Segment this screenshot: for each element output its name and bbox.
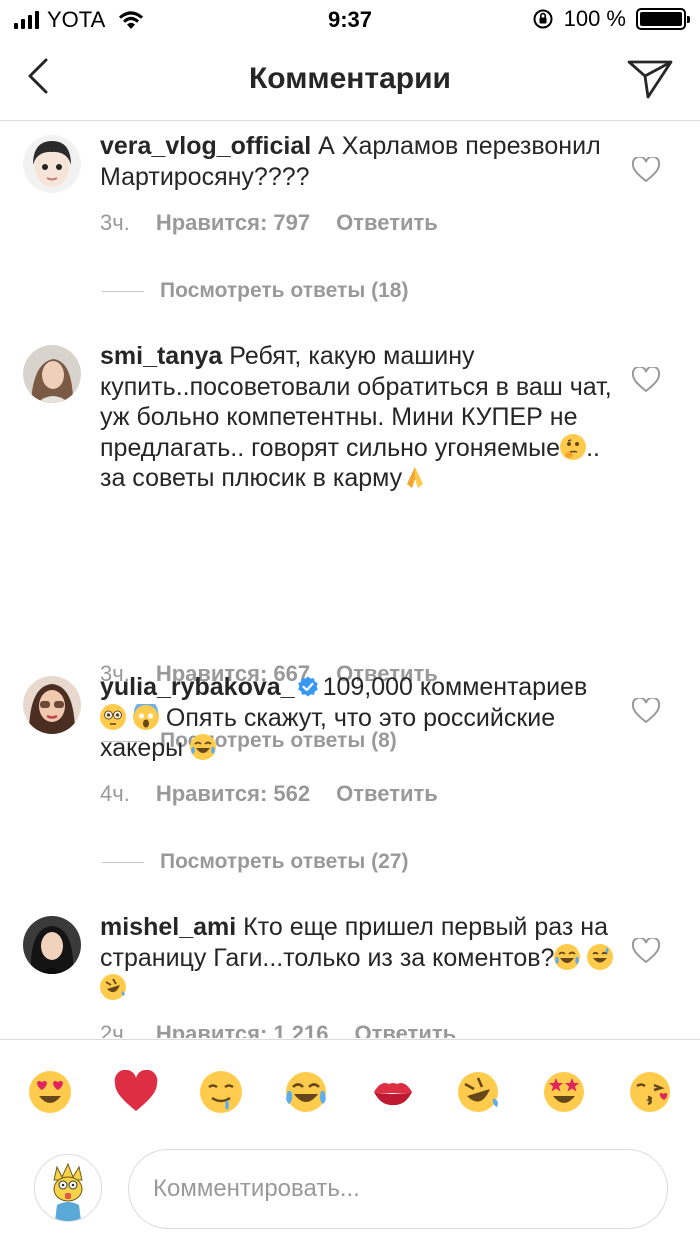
status-bar: YOTA 9:37 100 % bbox=[0, 0, 700, 40]
thinking-face-emoji bbox=[560, 433, 587, 460]
battery-percent: 100 % bbox=[563, 6, 626, 31]
emoji-quick-bar bbox=[0, 1039, 700, 1140]
screaming-face-emoji bbox=[132, 699, 159, 730]
comment-body: smi_tanya Ребят, какую машину купить..по… bbox=[100, 341, 620, 494]
tears-of-joy-emoji[interactable] bbox=[284, 1070, 328, 1114]
comment-username[interactable]: yulia_rybakova_ bbox=[100, 673, 295, 701]
comments-list[interactable]: vera_vlog_official А Харламов перезвонил… bbox=[0, 121, 700, 1038]
page-title: Комментарии bbox=[248, 62, 452, 95]
view-replies-button[interactable]: Посмотреть ответы (27) bbox=[102, 850, 408, 874]
folded-hands-emoji bbox=[402, 464, 428, 490]
like-heart-icon[interactable] bbox=[632, 698, 660, 724]
comment-time: 4ч. bbox=[100, 781, 130, 806]
battery-icon bbox=[636, 8, 690, 30]
face-blowing-kiss-emoji[interactable] bbox=[628, 1070, 672, 1114]
comment-body: vera_vlog_official А Харламов перезвонил… bbox=[100, 131, 620, 192]
view-replies-label: Посмотреть ответы (18) bbox=[160, 279, 409, 302]
verified-badge-icon bbox=[297, 676, 318, 697]
tears-of-joy-emoji bbox=[190, 734, 217, 760]
like-heart-icon[interactable] bbox=[632, 157, 660, 183]
comment-time: 2ч. bbox=[100, 1021, 130, 1038]
kiss-mark-emoji[interactable] bbox=[371, 1070, 415, 1114]
like-heart-icon[interactable] bbox=[632, 938, 660, 964]
comment-body: mishel_ami Кто еще пришел первый раз на … bbox=[100, 912, 620, 1004]
user-avatar[interactable] bbox=[34, 1154, 102, 1222]
drooling-face-emoji[interactable] bbox=[199, 1070, 243, 1114]
comment-body: yulia_rybakova_ 109,000 комментариев Опят… bbox=[100, 672, 620, 764]
comment-meta: 3ч. Нравится: 797 Ответить bbox=[100, 210, 438, 236]
avatar[interactable] bbox=[23, 916, 81, 974]
avatar[interactable] bbox=[23, 676, 81, 734]
avatar[interactable] bbox=[23, 135, 81, 193]
like-heart-icon[interactable] bbox=[632, 367, 660, 393]
view-replies-button[interactable]: Посмотреть ответы (18) bbox=[102, 279, 408, 303]
comment-username[interactable]: vera_vlog_official bbox=[100, 132, 311, 160]
comment-composer bbox=[0, 1140, 700, 1245]
comment-time: 3ч. bbox=[100, 210, 130, 235]
rolling-laughing-emoji[interactable] bbox=[456, 1070, 500, 1114]
comment-input[interactable] bbox=[128, 1149, 668, 1229]
paper-plane-icon[interactable] bbox=[626, 54, 674, 102]
comment-likes[interactable]: Нравится: 562 bbox=[156, 781, 310, 807]
orientation-lock-icon bbox=[533, 9, 553, 29]
star-struck-emoji[interactable] bbox=[542, 1070, 586, 1114]
status-right: 100 % bbox=[532, 6, 690, 32]
comment-text: 109,000 комментариев bbox=[322, 673, 588, 701]
replies-divider bbox=[102, 290, 144, 292]
red-heart-emoji[interactable] bbox=[114, 1070, 158, 1114]
heart-eyes-emoji[interactable] bbox=[28, 1070, 72, 1114]
view-replies-label: Посмотреть ответы (27) bbox=[160, 850, 409, 873]
comment-meta: 2ч. Нравится: 1 216 Ответить bbox=[100, 1021, 456, 1038]
replies-divider bbox=[102, 861, 144, 863]
comment-likes[interactable]: Нравится: 1 216 bbox=[156, 1021, 329, 1038]
reply-button[interactable]: Ответить bbox=[354, 1021, 456, 1038]
comment-meta: 4ч. Нравится: 562 Ответить bbox=[100, 781, 438, 807]
comment-text-continued: Опять скажут, что это российские хакеры bbox=[100, 703, 556, 763]
comment-username[interactable]: mishel_ami bbox=[100, 913, 236, 941]
grinning-sweat-emoji bbox=[587, 943, 614, 970]
comment-likes[interactable]: Нравится: 797 bbox=[156, 210, 310, 236]
flushed-face-emoji bbox=[100, 703, 126, 730]
avatar[interactable] bbox=[23, 345, 81, 403]
rolling-laughing-emoji bbox=[100, 974, 126, 1000]
reply-button[interactable]: Ответить bbox=[336, 781, 438, 807]
battery-fill bbox=[640, 12, 682, 26]
nav-bar: Комментарии bbox=[0, 40, 700, 121]
reply-button[interactable]: Ответить bbox=[336, 210, 438, 236]
comment-username[interactable]: smi_tanya bbox=[100, 342, 222, 370]
tears-of-joy-emoji bbox=[554, 943, 581, 970]
